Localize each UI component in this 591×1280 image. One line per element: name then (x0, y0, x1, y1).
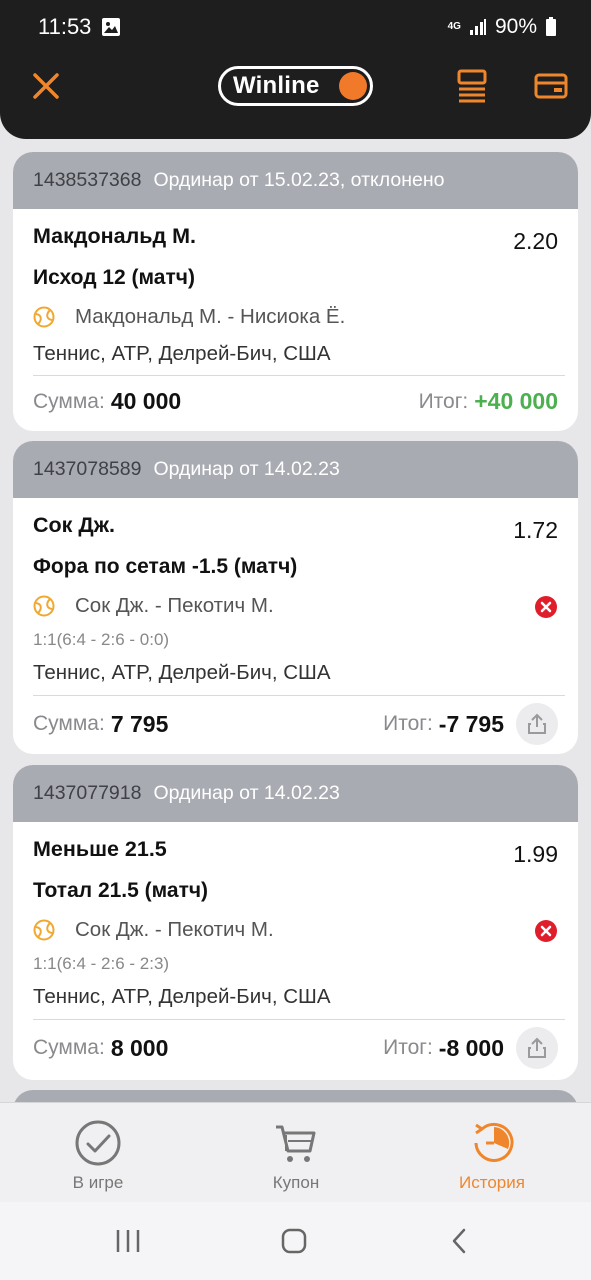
tennis-ball-icon (33, 919, 55, 941)
lost-icon (535, 920, 557, 942)
bet-odds: 2.20 (513, 228, 558, 254)
wallet-card-icon[interactable] (533, 68, 569, 104)
cart-icon (276, 1125, 316, 1162)
result-value: -8 000 (438, 1034, 504, 1061)
stake-value: 7 795 (110, 710, 169, 737)
result-value: +40 000 (474, 388, 558, 414)
history-icon (474, 1122, 514, 1162)
bet-id: 1437078589 (33, 458, 142, 480)
divider (33, 375, 565, 376)
bet-selection: Сок Дж. (33, 513, 115, 537)
match-score: 1:1(6:4 - 2:6 - 0:0) (33, 630, 170, 649)
tennis-ball-icon (33, 306, 55, 328)
stake-label: Сумма: (33, 1036, 105, 1059)
signal-icon (469, 19, 486, 35)
system-nav-bar (0, 1202, 591, 1280)
status-bar: 11:53 4G 90% (38, 14, 557, 40)
bet-footer: Сумма: 40 000 Итог: +40 000 (33, 388, 558, 415)
bet-event: Сок Дж. - Пекотич М. (33, 918, 558, 942)
share-button[interactable] (516, 1027, 558, 1069)
stake-value: 40 000 (110, 388, 182, 414)
nav-coupon[interactable]: Купон (226, 1119, 366, 1193)
battery-icon (546, 17, 556, 36)
league-name: Теннис, ATP, Делрей-Бич, США (33, 342, 331, 365)
close-icon (33, 73, 59, 99)
bet-type: Ординар от 14.02.23 (153, 458, 340, 480)
share-icon (528, 1037, 546, 1058)
event-name: Макдональд М. - Нисиока Ё. (75, 305, 346, 328)
gallery-icon (102, 18, 121, 36)
recent-apps-icon (116, 1230, 140, 1252)
result-label: Итог: (383, 712, 433, 735)
league-name: Теннис, ATP, Делрей-Бич, США (33, 985, 331, 1008)
stake-value: 8 000 (110, 1034, 169, 1061)
lost-icon (535, 596, 557, 618)
result-label: Итог: (383, 1036, 433, 1059)
bet-market: Тотал 21.5 (матч) (33, 879, 209, 902)
bet-card-header: 1437077918 Ординар от 14.02.23 (13, 765, 578, 822)
bet-card-header: 1438537368 Ординар от 15.02.23, отклонен… (13, 152, 578, 209)
bet-card[interactable]: 1437078589 Ординар от 14.02.23 Сок Дж. 1… (13, 441, 578, 754)
back-button[interactable] (440, 1224, 480, 1258)
league-name: Теннис, ATP, Делрей-Бич, США (33, 661, 331, 684)
stake-label: Сумма: (33, 389, 105, 413)
tennis-ball-icon (33, 595, 55, 617)
stake-label: Сумма: (33, 712, 105, 735)
divider (33, 1019, 565, 1020)
nav-label: Купон (272, 1173, 320, 1192)
bet-footer: Сумма: 8 000 Итог: -8 000 (33, 1027, 558, 1069)
bet-event: Сок Дж. - Пекотич М. (33, 594, 558, 618)
bet-id: 1437077918 (33, 782, 142, 804)
bottom-nav: В игре Купон История (0, 1102, 591, 1202)
home-icon (281, 1228, 307, 1254)
app-header: 11:53 4G 90% Winline (0, 0, 591, 139)
bet-selection: Меньше 21.5 (33, 837, 167, 861)
bet-type: Ординар от 15.02.23, отклонено (153, 169, 445, 191)
winline-logo: Winline (218, 66, 373, 106)
bet-card[interactable]: 1438537368 Ординар от 15.02.23, отклонен… (13, 152, 578, 431)
share-icon (528, 713, 546, 734)
event-name: Сок Дж. - Пекотич М. (75, 594, 274, 617)
nav-label: История (459, 1173, 525, 1192)
bet-footer: Сумма: 7 795 Итог: -7 795 (33, 703, 558, 745)
match-score: 1:1(6:4 - 2:6 - 2:3) (33, 954, 170, 973)
bet-odds: 1.99 (513, 841, 558, 867)
bet-market: Исход 12 (матч) (33, 266, 195, 289)
result-value: -7 795 (438, 710, 504, 737)
network-type: 4G (447, 21, 461, 32)
nav-history[interactable]: История (422, 1119, 562, 1193)
bet-event: Макдональд М. - Нисиока Ё. (33, 305, 558, 329)
bet-odds: 1.72 (513, 517, 558, 543)
nav-in-play[interactable]: В игре (28, 1119, 168, 1193)
share-button[interactable] (516, 703, 558, 745)
event-name: Сок Дж. - Пекотич М. (75, 918, 274, 941)
back-icon (452, 1228, 466, 1254)
battery-percent: 90% (494, 15, 537, 38)
close-button[interactable] (28, 66, 64, 106)
home-button[interactable] (274, 1224, 314, 1258)
status-time: 11:53 (38, 14, 92, 39)
bet-list-icon[interactable] (454, 68, 490, 104)
check-circle-icon (75, 1120, 121, 1166)
logo-text: Winline (233, 72, 320, 99)
result-label: Итог: (418, 389, 469, 413)
bet-id: 1438537368 (33, 169, 142, 191)
bet-market: Фора по сетам -1.5 (матч) (33, 555, 298, 578)
nav-label: В игре (72, 1173, 124, 1192)
bet-type: Ординар от 14.02.23 (153, 782, 340, 804)
bet-selection: Макдональд М. (33, 224, 196, 248)
bet-card-header: 1437078589 Ординар от 14.02.23 (13, 441, 578, 498)
bet-card[interactable]: 1437077918 Ординар от 14.02.23 Меньше 21… (13, 765, 578, 1080)
logo-dot (339, 72, 367, 100)
divider (33, 695, 565, 696)
recent-apps-button[interactable] (108, 1224, 148, 1258)
